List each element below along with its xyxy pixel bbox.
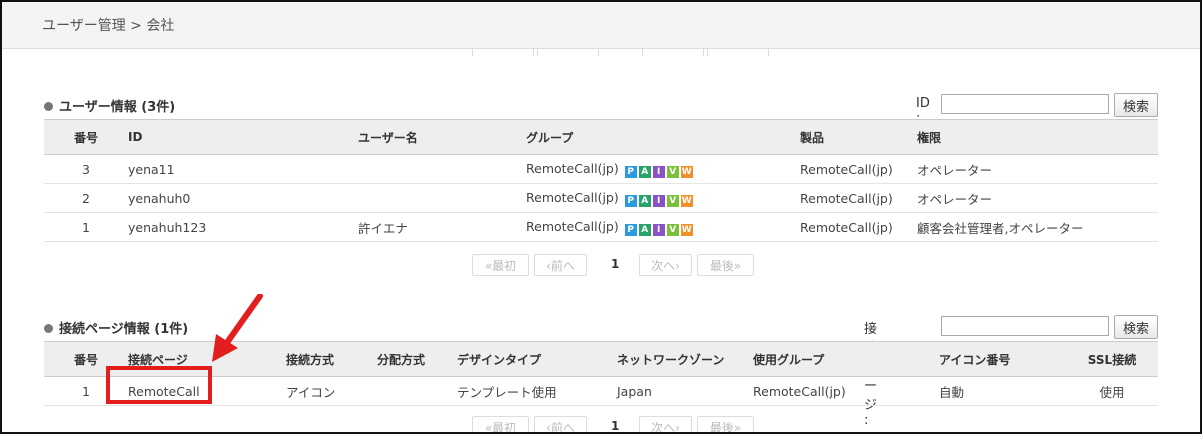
i-badge-icon: I <box>652 165 665 178</box>
col-header-product: 製品 <box>800 119 917 155</box>
pager-first-button[interactable]: «最初 <box>472 254 529 276</box>
ghost-pager-button <box>707 48 769 56</box>
cell-design-type: テンプレート使用 <box>457 376 617 406</box>
table-row[interactable]: 1 yenahuh123 許イエナ RemoteCall(jp) P A I V W Re… <box>44 212 1158 242</box>
connect-search-button[interactable]: 検索 <box>1114 315 1158 339</box>
col-header-username: ユーザー名 <box>358 119 526 155</box>
cell-ssl: 使用 <box>1066 376 1158 406</box>
group-name: RemoteCall(jp) <box>526 218 619 234</box>
col-header-icon-number: アイコン番号 <box>939 341 1066 377</box>
col-header-design-type: デザインタイプ <box>457 341 617 377</box>
cell-distribution <box>377 376 457 406</box>
red-arrow-icon <box>212 294 263 362</box>
bullet-icon <box>44 102 53 111</box>
user-search-button[interactable]: 検索 <box>1114 93 1158 117</box>
user-section-title: ユーザー情報 (3件) <box>44 96 175 115</box>
i-badge-icon: I <box>652 223 665 236</box>
cell-id[interactable]: yena11 <box>128 154 358 184</box>
breadcrumb: ユーザー管理 > 会社 <box>42 18 175 34</box>
col-header-network-zone: ネットワークゾーン <box>617 341 753 377</box>
cell-icon-number: 自動 <box>939 376 1066 406</box>
cell-connect-method: アイコン <box>286 376 377 406</box>
w-badge-icon: W <box>680 194 693 207</box>
cell-role: オペレーター <box>917 183 1158 213</box>
cell-username: 許イエナ <box>358 212 526 242</box>
cell-id[interactable]: yenahuh0 <box>128 183 358 213</box>
connect-page-search-input[interactable] <box>941 316 1109 336</box>
v-badge-icon: V <box>666 194 679 207</box>
cell-role: 顧客会社管理者,オペレーター <box>917 212 1158 242</box>
product-badges: PAIVW <box>624 220 695 236</box>
ghost-pager-button <box>642 48 704 56</box>
cell-product: RemoteCall(jp) <box>800 212 917 242</box>
cell-username <box>358 154 526 184</box>
cell-role: オペレーター <box>917 154 1158 184</box>
cell-network-zone: Japan <box>617 376 753 406</box>
pager-next-button[interactable]: 次へ› <box>639 416 692 432</box>
user-id-search-input[interactable] <box>941 94 1109 114</box>
col-header-distribution: 分配方式 <box>377 341 457 377</box>
connect-section-title: 接続ページ情報 (1件) <box>44 318 188 337</box>
product-badges: PAIVW <box>624 191 695 207</box>
pager-last-button[interactable]: 最後» <box>697 416 754 432</box>
pager-prev-button[interactable]: ‹前へ <box>534 416 587 432</box>
col-header-id: ID <box>128 119 358 155</box>
cell-number: 2 <box>44 183 128 213</box>
user-table: 番号 ID ユーザー名 グループ 製品 権限 3 yena11 RemoteCa… <box>44 119 1158 242</box>
col-header-role: 権限 <box>917 119 1158 155</box>
cell-product: RemoteCall(jp) <box>800 154 917 184</box>
cell-number: 1 <box>44 212 128 242</box>
col-header-connect-method: 接続方式 <box>286 341 377 377</box>
pager-next-button[interactable]: 次へ› <box>639 254 692 276</box>
col-header-use-group: 使用グループ <box>753 341 939 377</box>
p-badge-icon: P <box>624 194 637 207</box>
pager-first-button[interactable]: «最初 <box>472 416 529 432</box>
p-badge-icon: P <box>624 165 637 178</box>
user-table-header: 番号 ID ユーザー名 グループ 製品 権限 <box>44 119 1158 155</box>
cell-group: RemoteCall(jp) P A I V W <box>526 212 800 242</box>
ghost-pager <box>472 48 772 56</box>
pager-current-page: 1 <box>611 419 620 433</box>
breadcrumb-bar: ユーザー管理 > 会社 <box>2 2 1200 49</box>
cell-product: RemoteCall(jp) <box>800 183 917 213</box>
w-badge-icon: W <box>680 223 693 236</box>
cell-id[interactable]: yenahuh123 <box>128 212 358 242</box>
highlight-box <box>106 366 212 404</box>
cell-use-group: RemoteCall(jp) <box>753 376 939 406</box>
w-badge-icon: W <box>680 165 693 178</box>
cell-username <box>358 183 526 213</box>
group-name: RemoteCall(jp) <box>526 189 619 205</box>
connect-section-title-text: 接続ページ情報 (1件) <box>59 322 189 337</box>
table-row[interactable]: 2 yenahuh0 RemoteCall(jp) P A I V W RemoteCal… <box>44 183 1158 213</box>
v-badge-icon: V <box>666 165 679 178</box>
col-header-number: 番号 <box>44 119 128 155</box>
cell-group: RemoteCall(jp) P A I V W <box>526 183 800 213</box>
group-name: RemoteCall(jp) <box>526 160 619 176</box>
table-row[interactable]: 3 yena11 RemoteCall(jp) P A I V W RemoteCall(… <box>44 154 1158 184</box>
pager-prev-button[interactable]: ‹前へ <box>534 254 587 276</box>
bullet-icon <box>44 324 53 333</box>
a-badge-icon: A <box>638 223 651 236</box>
p-badge-icon: P <box>624 223 637 236</box>
col-header-ssl: SSL接続 <box>1066 341 1158 377</box>
a-badge-icon: A <box>638 194 651 207</box>
i-badge-icon: I <box>652 194 665 207</box>
ghost-pager-button <box>472 48 534 56</box>
pager-current-page: 1 <box>611 257 620 271</box>
pager-last-button[interactable]: 最後» <box>697 254 754 276</box>
cell-group: RemoteCall(jp) P A I V W <box>526 154 800 184</box>
user-section-title-text: ユーザー情報 (3件) <box>59 100 176 115</box>
cell-number: 3 <box>44 154 128 184</box>
ghost-pager-button <box>537 48 599 56</box>
app-frame: ユーザー管理 > 会社 ユーザー情報 (3件) ID : 検索 番号 ID ユー… <box>0 0 1202 434</box>
product-badges: PAIVW <box>624 162 695 178</box>
col-header-group: グループ <box>526 119 800 155</box>
v-badge-icon: V <box>666 223 679 236</box>
a-badge-icon: A <box>638 165 651 178</box>
